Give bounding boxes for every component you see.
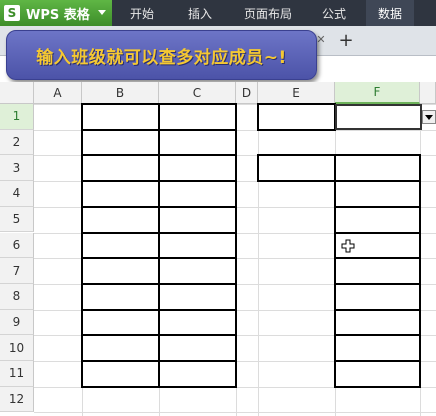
tab-data[interactable]: 数据 bbox=[366, 0, 414, 26]
column-header-e[interactable]: E bbox=[258, 82, 335, 104]
result-border bbox=[335, 180, 421, 183]
row-header-4[interactable]: 4 bbox=[0, 181, 34, 207]
dropdown-button[interactable] bbox=[422, 110, 436, 124]
column-header-f[interactable]: F bbox=[335, 82, 420, 104]
cell-c11[interactable] bbox=[159, 361, 236, 387]
select-all-corner[interactable] bbox=[0, 82, 34, 104]
result-border bbox=[335, 334, 421, 337]
label-border bbox=[257, 154, 259, 183]
cell-c5[interactable] bbox=[159, 207, 236, 233]
row-header-9[interactable]: 9 bbox=[0, 309, 34, 336]
column-header-b[interactable]: B bbox=[82, 82, 159, 104]
cell-a3[interactable] bbox=[34, 155, 82, 181]
cell-b10[interactable] bbox=[82, 335, 159, 361]
row-header-10[interactable]: 10 bbox=[0, 335, 34, 361]
result-border bbox=[419, 154, 421, 388]
row-header-8[interactable]: 8 bbox=[0, 283, 34, 310]
label-border bbox=[258, 103, 335, 105]
new-tab-button[interactable]: + bbox=[336, 30, 356, 51]
cell-c2[interactable] bbox=[159, 130, 236, 156]
gridline bbox=[34, 412, 436, 414]
result-border bbox=[335, 205, 421, 208]
cell-b11[interactable] bbox=[82, 361, 159, 387]
cell-b4[interactable] bbox=[82, 181, 159, 207]
cell-c6[interactable] bbox=[159, 233, 236, 259]
cell-c8[interactable] bbox=[159, 284, 236, 310]
result-border bbox=[335, 360, 421, 362]
cell-c1[interactable] bbox=[159, 104, 236, 130]
banner-text: 输入班级就可以查多对应成员~! bbox=[36, 47, 287, 68]
tab-home[interactable]: 开始 bbox=[118, 0, 166, 26]
cell-a7[interactable] bbox=[34, 258, 82, 284]
cell-b1[interactable] bbox=[82, 104, 159, 130]
cell-a2[interactable] bbox=[34, 130, 82, 156]
result-border bbox=[335, 154, 421, 157]
tab-insert[interactable]: 插入 bbox=[176, 0, 224, 26]
cell-a8[interactable] bbox=[34, 284, 82, 310]
cell-b5[interactable] bbox=[82, 207, 159, 233]
row-header-2[interactable]: 2 bbox=[0, 129, 34, 156]
cell-b8[interactable] bbox=[82, 284, 159, 310]
title-bar: S WPS 表格 开始 插入 页面布局 公式 数据 bbox=[0, 0, 436, 26]
row-header-3[interactable]: 3 bbox=[0, 155, 34, 182]
cell-c9[interactable] bbox=[159, 310, 236, 336]
cell-b9[interactable] bbox=[82, 310, 159, 336]
tab-page-layout[interactable]: 页面布局 bbox=[236, 0, 300, 26]
cell-a11[interactable] bbox=[34, 361, 82, 387]
label-border bbox=[257, 103, 259, 131]
cell-b7[interactable] bbox=[82, 258, 159, 284]
label-border bbox=[258, 180, 335, 183]
app-name: WPS 表格 bbox=[26, 7, 90, 23]
column-header-a[interactable]: A bbox=[34, 82, 82, 104]
cell-c3[interactable] bbox=[159, 155, 236, 181]
result-border bbox=[335, 231, 421, 234]
tab-formula[interactable]: 公式 bbox=[310, 0, 358, 26]
gridline bbox=[258, 104, 259, 416]
label-border bbox=[258, 154, 335, 157]
cell-c4[interactable] bbox=[159, 181, 236, 207]
cell-b6[interactable] bbox=[82, 233, 159, 259]
cell-a10[interactable] bbox=[34, 335, 82, 361]
info-banner: 输入班级就可以查多对应成员~! bbox=[6, 30, 317, 80]
wps-logo-icon: S bbox=[4, 5, 20, 21]
row-header-12[interactable]: 12 bbox=[0, 386, 34, 413]
table-border bbox=[81, 103, 83, 388]
cell-a6[interactable] bbox=[34, 233, 82, 259]
chevron-down-icon bbox=[425, 114, 433, 120]
column-header-c[interactable]: C bbox=[159, 82, 236, 104]
label-border bbox=[258, 128, 335, 131]
result-border bbox=[335, 385, 421, 388]
result-border bbox=[335, 282, 421, 285]
spreadsheet-grid: A B C D E F 1 2 3 4 5 6 7 8 9 10 11 12 bbox=[0, 82, 436, 416]
chevron-down-icon bbox=[98, 10, 106, 15]
column-header-d[interactable]: D bbox=[236, 82, 258, 104]
result-border bbox=[335, 308, 421, 311]
query-class-input[interactable] bbox=[335, 104, 422, 130]
cell-e1[interactable] bbox=[258, 104, 335, 130]
row-header-1[interactable]: 1 bbox=[0, 104, 34, 130]
row-header-11[interactable]: 11 bbox=[0, 361, 34, 387]
row-header-6[interactable]: 6 bbox=[0, 232, 34, 259]
table-border bbox=[235, 103, 237, 388]
cell-c10[interactable] bbox=[159, 335, 236, 361]
column-header-overflow bbox=[420, 82, 436, 104]
app-menu-button[interactable]: S WPS 表格 bbox=[0, 0, 112, 26]
cell-a5[interactable] bbox=[34, 207, 82, 233]
result-border bbox=[334, 154, 336, 388]
cell-b2[interactable] bbox=[82, 130, 159, 156]
cell-b3[interactable] bbox=[82, 155, 159, 181]
row-header-5[interactable]: 5 bbox=[0, 206, 34, 233]
table-border bbox=[158, 103, 160, 388]
result-border bbox=[335, 257, 421, 260]
cell-c7[interactable] bbox=[159, 258, 236, 284]
cell-a9[interactable] bbox=[34, 310, 82, 336]
row-header-7[interactable]: 7 bbox=[0, 258, 34, 284]
cell-a4[interactable] bbox=[34, 181, 82, 207]
cell-e3[interactable] bbox=[258, 155, 335, 181]
mouse-cursor-icon bbox=[341, 239, 355, 252]
